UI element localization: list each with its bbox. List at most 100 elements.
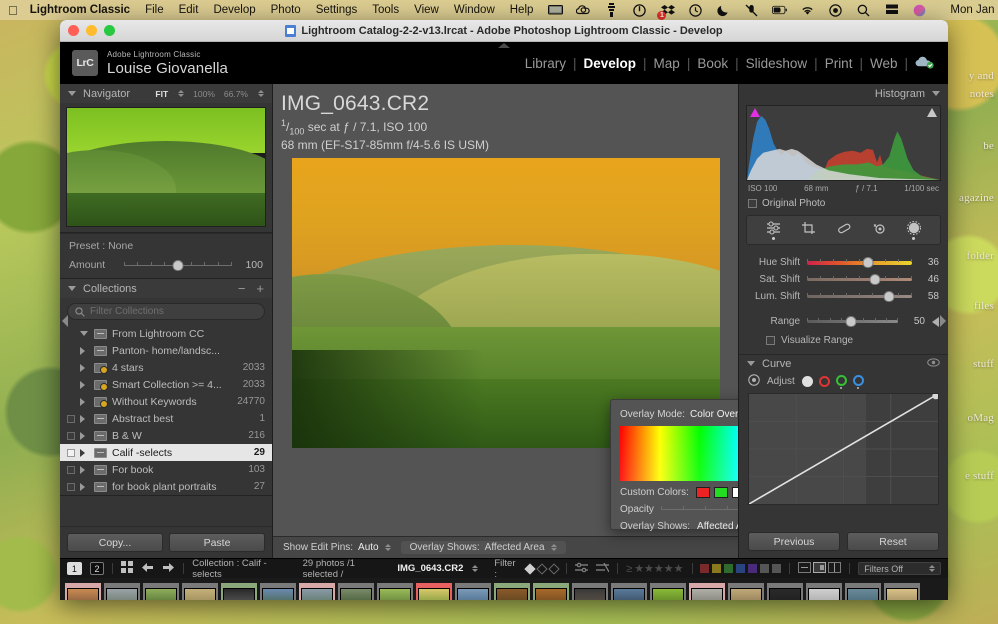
collection-row[interactable]: Abstract best1 [60,410,272,427]
wifi-icon[interactable] [800,3,815,18]
flag-picked-icon[interactable] [525,563,536,574]
curve-channel-button[interactable] [819,376,830,387]
menu-item-tools[interactable]: Tools [372,4,399,16]
add-collection-button[interactable]: + [256,281,264,296]
toolbar-overlay-shows-stepper[interactable] [551,544,557,551]
filmstrip-thumbnail[interactable] [533,583,569,600]
collection-disclosure-triangle[interactable] [80,483,89,491]
mic-muted-icon[interactable] [744,3,759,18]
collection-row[interactable]: From Lightroom CC [60,325,272,342]
filmstrip-thumbnail[interactable] [845,583,881,600]
reset-button[interactable]: Reset [847,532,939,551]
collection-row[interactable]: Smart Collection >= 4...2033 [60,376,272,393]
top-panel-collapse-arrow[interactable] [498,43,510,48]
filmstrip-thumbnail[interactable] [104,583,140,600]
menu-item-photo[interactable]: Photo [271,4,301,16]
filters-off-dropdown[interactable]: Filters Off [858,562,941,575]
filmstrip-thumbnail[interactable] [689,583,725,600]
show-edit-pins-stepper[interactable] [385,544,391,551]
histogram-disclosure-triangle[interactable] [932,91,940,96]
menu-item-settings[interactable]: Settings [316,4,358,16]
filmstrip-thumbnail[interactable] [416,583,452,600]
basic-adjust-icon[interactable] [766,221,782,240]
collection-row[interactable]: Panton- home/landsc... [60,342,272,359]
back-arrow-icon[interactable] [141,562,154,576]
original-photo-checkbox[interactable] [748,199,757,208]
crop-icon[interactable] [801,221,817,240]
filmstrip-thumbnail[interactable] [143,583,179,600]
range-reset-arrow[interactable] [932,317,939,327]
control-center-icon[interactable] [828,3,843,18]
slider-control[interactable] [807,274,912,285]
filmstrip-source-stepper[interactable] [472,565,478,572]
highlight-clipping-indicator[interactable] [927,108,937,117]
masking-icon[interactable] [906,221,922,240]
right-panel-collapse-arrow[interactable] [940,315,946,327]
navigator-disclosure-triangle[interactable] [68,91,76,96]
collection-row[interactable]: For book103 [60,461,272,478]
filmstrip-thumbnail[interactable] [884,583,920,600]
healing-brush-icon[interactable] [836,221,852,240]
visualize-range-checkbox[interactable] [766,336,775,345]
remove-collection-button[interactable]: − [238,281,246,296]
zoom-fit-button[interactable]: FIT [155,89,168,99]
panel-visibility-icon[interactable] [927,358,940,370]
rating-operator[interactable]: ≥ [626,563,632,575]
collection-checkbox[interactable] [67,415,75,423]
tone-curve-graph[interactable] [748,393,939,505]
menu-item-view[interactable]: View [414,4,439,16]
zoom-custom-stepper[interactable] [258,90,264,97]
color-label-swatch[interactable] [772,564,781,573]
collection-disclosure-triangle[interactable] [80,364,89,372]
collection-disclosure-triangle[interactable] [80,449,89,457]
filmstrip-thumbnail[interactable] [806,583,842,600]
filmstrip-thumbnail[interactable] [299,583,335,600]
module-library[interactable]: Library [525,56,566,71]
navigator-header[interactable]: Navigator FIT 100% 66.7% [60,84,272,103]
range-slider[interactable] [807,316,898,327]
grid-view-icon[interactable] [121,561,133,576]
forward-arrow-icon[interactable] [162,562,175,576]
custom-color-swatch[interactable] [696,487,710,498]
curve-disclosure-triangle[interactable] [747,361,755,366]
filters-off-stepper[interactable] [929,565,935,572]
menu-item-lightroom-classic[interactable]: Lightroom Classic [30,4,130,16]
filmstrip-thumbnail[interactable] [260,583,296,600]
flag-rejected-icon[interactable] [549,563,560,574]
filmstrip-collection-label[interactable]: Collection : Calif -selects [192,558,286,580]
filmstrip-thumbnail[interactable] [338,583,374,600]
menu-item-edit[interactable]: Edit [179,4,199,16]
collection-row[interactable]: Calif -selects29 [60,444,272,461]
spotlight-search-icon[interactable] [856,3,871,18]
filmstrip-thumbnail[interactable] [455,583,491,600]
collections-disclosure-triangle[interactable] [68,286,76,291]
siri-icon[interactable] [912,3,927,18]
collection-disclosure-triangle[interactable] [80,381,89,389]
filmstrip-thumbnail[interactable] [221,583,257,600]
zoom-fit-stepper[interactable] [178,90,184,97]
curve-target-adjust-icon[interactable] [748,374,760,389]
left-panel-collapse-arrow[interactable] [62,315,68,327]
custom-color-swatch[interactable] [714,487,728,498]
module-develop[interactable]: Develop [584,56,637,71]
toolbar-overlay-shows-value[interactable]: Affected Area [485,542,545,553]
view-before-after-icon[interactable] [828,562,841,576]
curve-channel-button[interactable] [853,375,864,386]
color-label-swatch[interactable] [724,564,733,573]
battery-icon[interactable] [772,3,787,18]
color-label-swatch[interactable] [748,564,757,573]
filmstrip-thumbnail[interactable] [494,583,530,600]
display-screen-1-button[interactable]: 1 [67,562,82,575]
do-not-disturb-icon[interactable] [716,3,731,18]
screen-mirroring-icon[interactable] [548,3,563,18]
module-book[interactable]: Book [697,56,728,71]
shadow-clipping-indicator[interactable] [750,108,760,117]
cloud-sync-icon[interactable] [915,55,934,72]
clock-icon[interactable] [688,3,703,18]
slider-control[interactable] [807,291,912,302]
lightroom-logo[interactable]: LrC [72,50,98,76]
navigator-preview[interactable] [66,107,266,227]
menu-item-window[interactable]: Window [454,4,495,16]
power-icon[interactable] [632,3,647,18]
histogram-graph[interactable] [746,105,941,181]
